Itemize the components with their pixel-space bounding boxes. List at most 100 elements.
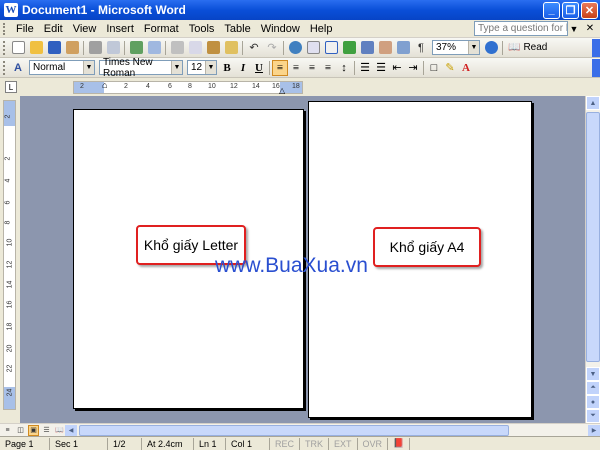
next-page-icon[interactable]: ⏷ (586, 409, 600, 423)
close-button[interactable]: ✕ (581, 1, 598, 19)
right-indent-icon[interactable]: △ (279, 86, 285, 95)
menu-file[interactable]: File (11, 23, 39, 35)
select-browse-object-icon[interactable]: ● (586, 395, 600, 409)
dropdown-arrow-icon[interactable]: ▼ (468, 41, 479, 54)
font-color-icon[interactable]: A (458, 60, 474, 76)
line-spacing-icon[interactable]: ↕ (336, 60, 352, 76)
dropdown-arrow-icon[interactable]: ▼ (83, 61, 94, 74)
status-bar: Page 1 Sec 1 1/2 At 2.4cm Ln 1 Col 1 REC… (0, 436, 600, 450)
permission-icon[interactable] (63, 39, 81, 57)
reading-layout-view-icon[interactable]: 📖 (54, 425, 65, 436)
previous-page-icon[interactable]: ⏶ (586, 381, 600, 395)
tables-borders-icon[interactable] (304, 39, 322, 57)
minimize-button[interactable]: _ (543, 1, 560, 19)
zoom-select[interactable]: 37% ▼ (432, 40, 480, 55)
dropdown-arrow-icon[interactable]: ▼ (205, 61, 216, 74)
separator (423, 60, 424, 75)
toolbar-grip[interactable] (3, 40, 6, 55)
paste-icon[interactable] (204, 39, 222, 57)
scroll-left-icon[interactable]: ◀ (65, 424, 77, 436)
web-layout-view-icon[interactable]: ◫ (15, 425, 26, 436)
scroll-right-icon[interactable]: ▶ (588, 424, 600, 436)
cut-icon[interactable] (168, 39, 186, 57)
menu-tools[interactable]: Tools (184, 23, 220, 35)
print-layout-view-icon[interactable]: ▣ (28, 424, 39, 436)
menu-insert[interactable]: Insert (101, 23, 139, 35)
copy-icon[interactable] (186, 39, 204, 57)
scroll-down-icon[interactable]: ▼ (586, 367, 600, 381)
status-ext[interactable]: EXT (329, 437, 358, 450)
hyperlink-icon[interactable] (286, 39, 304, 57)
document-map-icon[interactable] (394, 39, 412, 57)
document-area[interactable]: Khổ giấy Letter Khổ giấy A4 www.BuaXua.v… (20, 96, 585, 423)
status-ovr[interactable]: OVR (358, 437, 389, 450)
spelling-icon[interactable] (127, 39, 145, 57)
help-dropdown-icon[interactable]: ▼ (568, 21, 580, 36)
outline-view-icon[interactable]: ☰ (41, 425, 52, 436)
font-select[interactable]: Times New Roman ▼ (99, 57, 183, 79)
style-select[interactable]: Normal ▼ (29, 60, 95, 75)
insert-table-icon[interactable] (322, 39, 340, 57)
spelling-status-icon[interactable]: 📕 (388, 437, 411, 450)
status-trk[interactable]: TRK (300, 437, 330, 450)
underline-button[interactable]: U (251, 60, 267, 76)
ruler-tick: 6 (4, 200, 12, 205)
insert-excel-icon[interactable] (340, 39, 358, 57)
toolbar-grip[interactable] (3, 22, 7, 35)
dropdown-arrow-icon[interactable]: ▼ (171, 61, 182, 74)
toolbar-grip[interactable] (3, 60, 6, 75)
decrease-indent-icon[interactable]: ⇤ (389, 60, 405, 76)
menu-window[interactable]: Window (256, 23, 305, 35)
align-right-icon[interactable]: ≡ (304, 60, 320, 76)
show-hide-icon[interactable]: ¶ (412, 39, 430, 57)
undo-icon[interactable]: ↶ (245, 39, 263, 57)
vertical-ruler[interactable]: 2 2 4 6 8 10 12 14 16 18 20 22 24 (3, 100, 16, 410)
help-icon[interactable] (482, 39, 500, 57)
status-rec[interactable]: REC (270, 437, 301, 450)
research-icon[interactable] (145, 39, 163, 57)
bullets-icon[interactable]: ☰ (373, 60, 389, 76)
maximize-button[interactable]: ❐ (562, 1, 579, 19)
vertical-scrollbar[interactable]: ▲ ▼ ⏶ ● ⏷ (585, 96, 600, 423)
italic-button[interactable]: I (235, 60, 251, 76)
new-document-icon[interactable] (9, 39, 27, 57)
scroll-up-icon[interactable]: ▲ (586, 96, 600, 110)
styles-formatting-icon[interactable]: A (9, 59, 27, 77)
highlight-icon[interactable]: ✎ (442, 60, 458, 76)
format-painter-icon[interactable] (222, 39, 240, 57)
save-icon[interactable] (45, 39, 63, 57)
toolbar-options-icon[interactable] (592, 38, 600, 57)
justify-icon[interactable]: ≡ (320, 60, 336, 76)
font-size-select[interactable]: 12 ▼ (187, 60, 217, 75)
numbering-icon[interactable]: ☰ (357, 60, 373, 76)
drawing-icon[interactable] (376, 39, 394, 57)
tab-selector-icon[interactable]: L (5, 81, 17, 93)
normal-view-icon[interactable]: ≡ (2, 425, 13, 436)
horizontal-ruler[interactable]: 2 2 4 6 8 10 12 14 16 18 ⌂ △ (73, 80, 303, 95)
print-preview-icon[interactable] (104, 39, 122, 57)
open-folder-icon[interactable] (27, 39, 45, 57)
horizontal-scroll-thumb[interactable] (79, 424, 509, 436)
bold-button[interactable]: B (219, 60, 235, 76)
align-center-icon[interactable]: ≡ (288, 60, 304, 76)
print-icon[interactable] (86, 39, 104, 57)
menu-table[interactable]: Table (219, 23, 255, 35)
toolbar-options-icon[interactable] (592, 58, 600, 77)
menu-edit[interactable]: Edit (39, 23, 68, 35)
read-button[interactable]: 📖 Read (505, 40, 550, 56)
word-app-icon[interactable]: W (4, 3, 18, 17)
indent-marker-icon[interactable]: ⌂ (102, 80, 107, 90)
menu-format[interactable]: Format (139, 23, 184, 35)
menu-help[interactable]: Help (305, 23, 338, 35)
document-close-icon[interactable]: ✕ (584, 23, 596, 35)
align-left-icon[interactable]: ≡ (272, 59, 288, 76)
scroll-thumb[interactable] (586, 112, 600, 362)
status-column: Col 1 (226, 437, 270, 450)
increase-indent-icon[interactable]: ⇥ (405, 60, 421, 76)
menu-view[interactable]: View (68, 23, 102, 35)
horizontal-scroll-track[interactable] (77, 424, 588, 436)
help-search-input[interactable]: Type a question for help (474, 21, 568, 36)
borders-icon[interactable]: □ (426, 60, 442, 76)
columns-icon[interactable] (358, 39, 376, 57)
redo-icon[interactable]: ↷ (263, 39, 281, 57)
